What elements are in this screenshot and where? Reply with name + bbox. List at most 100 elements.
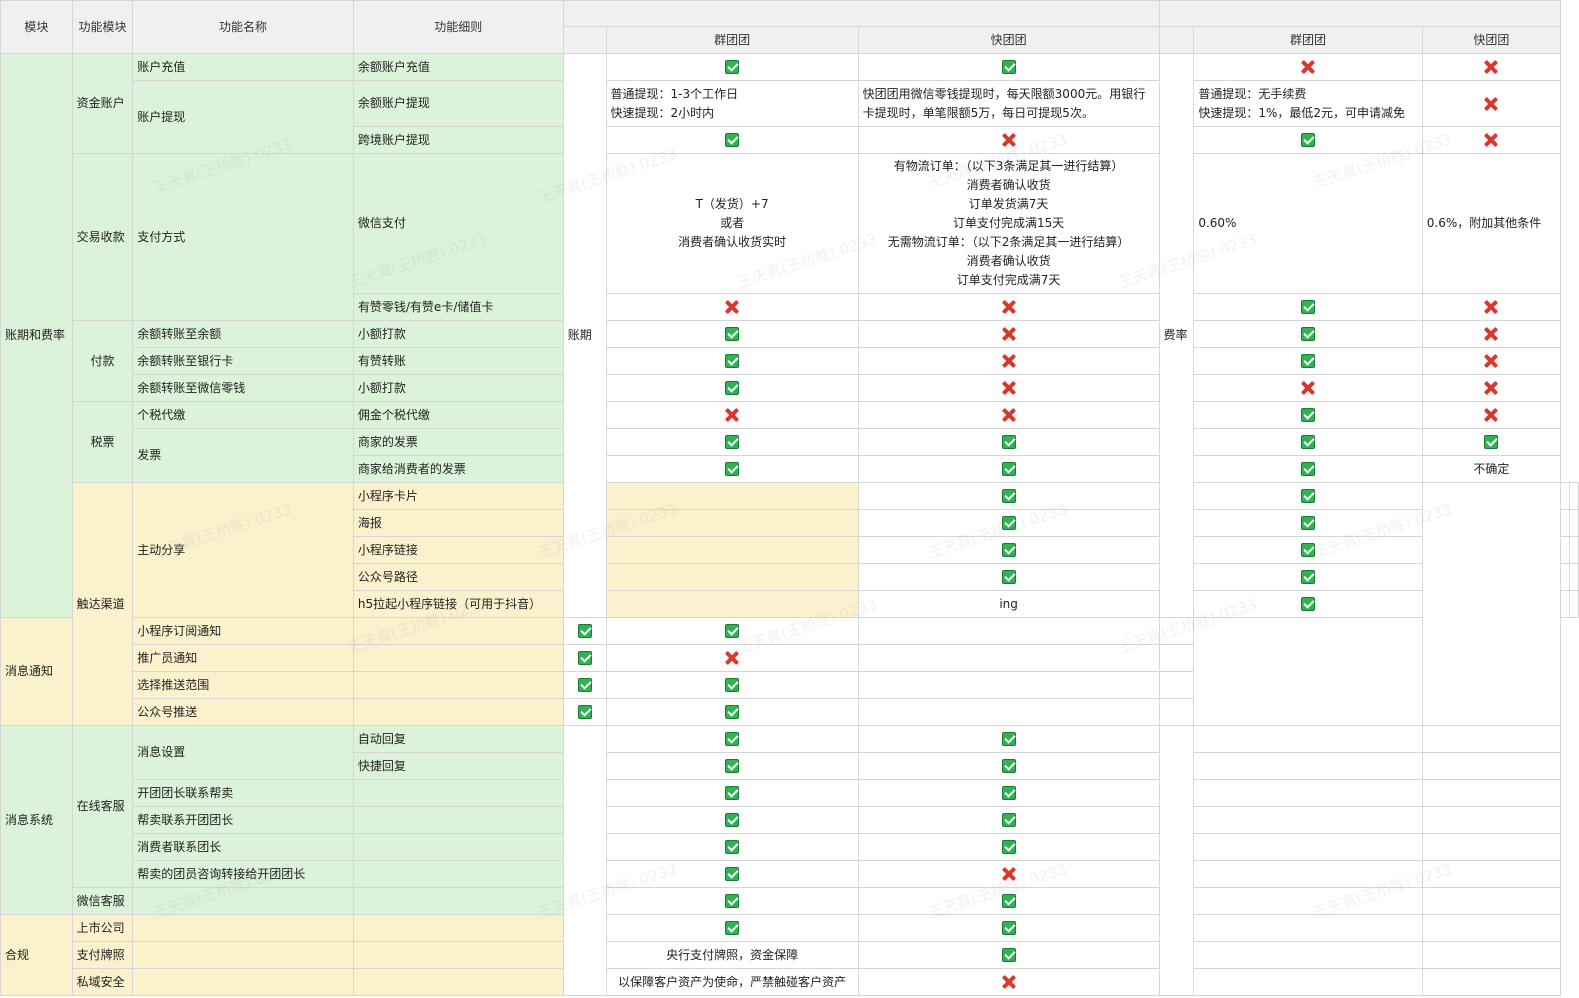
- header-settlement-group[interactable]: [562, 0, 1160, 27]
- name-cell[interactable]: 推广员通知: [132, 644, 354, 672]
- name-cell[interactable]: [132, 914, 354, 942]
- kt-fee-cell[interactable]: [1421, 887, 1562, 915]
- header-blank-settlement[interactable]: [562, 26, 607, 54]
- qt-cell[interactable]: [562, 671, 607, 699]
- qt-cell[interactable]: [605, 53, 859, 81]
- fee-blank-cell[interactable]: [1158, 725, 1195, 996]
- detail-cell[interactable]: [352, 914, 564, 942]
- qt-license-note[interactable]: 央行支付牌照，资金保障: [605, 941, 859, 969]
- qt-cell[interactable]: [605, 752, 859, 780]
- kt-fee-cell[interactable]: [1158, 671, 1195, 699]
- name-cell[interactable]: [132, 887, 354, 915]
- detail-cell[interactable]: [352, 779, 564, 807]
- detail-cell[interactable]: 小额打款: [352, 320, 564, 348]
- detail-cell[interactable]: [605, 536, 859, 564]
- kt-cell[interactable]: [857, 428, 1160, 456]
- name-cell[interactable]: 支付方式: [132, 153, 354, 321]
- qt-fee-cell[interactable]: [857, 671, 1160, 699]
- kt-fee-cell[interactable]: [1569, 590, 1579, 618]
- qt-fee-cell[interactable]: [1193, 320, 1423, 348]
- qt-fee-cell[interactable]: [1193, 53, 1423, 81]
- qt-cell[interactable]: [605, 806, 859, 834]
- kt-fee-cell[interactable]: [1421, 320, 1562, 348]
- qt-fee-cell[interactable]: [1193, 860, 1423, 888]
- detail-cell[interactable]: [352, 617, 564, 645]
- qt-cell[interactable]: [562, 617, 607, 645]
- module-cell-finance[interactable]: 账期和费率: [0, 53, 73, 618]
- kt-fee-cell[interactable]: [1421, 428, 1562, 456]
- kt-cell[interactable]: [857, 401, 1160, 429]
- qt-fee-cell[interactable]: [1193, 293, 1423, 321]
- detail-cell[interactable]: 跨境账户提现: [352, 126, 564, 154]
- qt-cell[interactable]: [857, 536, 1160, 564]
- name-cell[interactable]: [132, 968, 354, 996]
- kt-fee-cell[interactable]: [1421, 401, 1562, 429]
- kt-cell[interactable]: [605, 671, 859, 699]
- kt-cell[interactable]: [857, 347, 1160, 375]
- detail-cell[interactable]: 佣金个税代缴: [352, 401, 564, 429]
- feature-cell-transaction[interactable]: 交易收款: [71, 153, 134, 321]
- qt-fee-cell[interactable]: [1193, 374, 1423, 402]
- kt-fee-wechat[interactable]: 0.6%，附加其他条件: [1421, 153, 1562, 294]
- kt-fee-cell[interactable]: [1569, 509, 1579, 537]
- kt-fee-cell[interactable]: [1421, 806, 1562, 834]
- header-module[interactable]: 模块: [0, 0, 73, 54]
- detail-cell[interactable]: [352, 698, 564, 726]
- kt-cell[interactable]: [857, 752, 1160, 780]
- qt-cell[interactable]: [562, 644, 607, 672]
- kt-withdraw-note[interactable]: 快团团用微信零钱提现时，每天限额3000元。用银行卡提现时，单笔限额5万，每日可…: [857, 80, 1160, 127]
- detail-cell[interactable]: [605, 563, 859, 591]
- name-cell[interactable]: 开团团长联系帮卖: [132, 779, 354, 807]
- kt-fee-cell[interactable]: [1421, 347, 1562, 375]
- qt-fee-cell[interactable]: [1193, 428, 1423, 456]
- qt-cell[interactable]: [605, 833, 859, 861]
- name-cell[interactable]: h5拉起小程序链接（可用于抖音）: [352, 590, 564, 618]
- detail-cell[interactable]: 微信支付: [352, 153, 564, 294]
- qt-cell[interactable]: [605, 914, 859, 942]
- kt-cell[interactable]: [857, 779, 1160, 807]
- kt-wechat-note[interactable]: 有物流订单：（以下3条满足其一进行结算） 消费者确认收货 订单发货满7天 订单支付完成…: [857, 153, 1160, 294]
- kt-fee-cell[interactable]: [1421, 860, 1562, 888]
- detail-cell[interactable]: [352, 806, 564, 834]
- kt-cell[interactable]: [605, 698, 859, 726]
- kt-cell[interactable]: [857, 53, 1160, 81]
- qt-fee-cell[interactable]: [1193, 968, 1423, 996]
- qt-cell[interactable]: [605, 293, 859, 321]
- header-kt-fee[interactable]: 快团团: [1421, 26, 1562, 54]
- name-cell[interactable]: 余额转账至余额: [132, 320, 354, 348]
- qt-fee-cell[interactable]: [1193, 941, 1423, 969]
- feature-cell-online-service[interactable]: 在线客服: [71, 725, 134, 888]
- module-cell-compliance[interactable]: 合规: [0, 914, 73, 996]
- kt-cell[interactable]: [857, 320, 1160, 348]
- name-cell[interactable]: 余额转账至微信零钱: [132, 374, 354, 402]
- feature-cell-security[interactable]: 私域安全: [71, 968, 134, 996]
- kt-fee-cell[interactable]: [1421, 914, 1562, 942]
- detail-cell[interactable]: [605, 590, 859, 618]
- kt-fee-cell[interactable]: [1421, 374, 1562, 402]
- detail-cell[interactable]: [352, 644, 564, 672]
- qt-cell[interactable]: [605, 320, 859, 348]
- kt-cell[interactable]: [1193, 536, 1423, 564]
- qt-h5-note[interactable]: ing: [857, 590, 1160, 618]
- kt-fee-cell[interactable]: [1569, 563, 1579, 591]
- qt-cell[interactable]: [562, 698, 607, 726]
- name-cell[interactable]: 帮卖的团员咨询转接给开团团长: [132, 860, 354, 888]
- detail-cell[interactable]: 商家给消费者的发票: [352, 455, 564, 483]
- kt-cell[interactable]: [857, 887, 1160, 915]
- kt-fee-cell[interactable]: [1421, 779, 1562, 807]
- kt-cell[interactable]: [857, 455, 1160, 483]
- qt-cell[interactable]: [605, 860, 859, 888]
- kt-cell[interactable]: [605, 644, 859, 672]
- kt-cell[interactable]: [857, 293, 1160, 321]
- qt-cell[interactable]: [605, 401, 859, 429]
- detail-cell[interactable]: [352, 833, 564, 861]
- qt-fee-cell[interactable]: [1193, 833, 1423, 861]
- kt-cell[interactable]: [1193, 590, 1423, 618]
- kt-cell[interactable]: [857, 126, 1160, 154]
- detail-cell[interactable]: [352, 968, 564, 996]
- header-blank-fee[interactable]: [1158, 26, 1195, 54]
- name-cell[interactable]: 发票: [132, 428, 354, 483]
- settlement-blank-cell[interactable]: [562, 725, 607, 996]
- feature-cell-notify[interactable]: 消息通知: [0, 617, 73, 726]
- detail-cell[interactable]: [352, 671, 564, 699]
